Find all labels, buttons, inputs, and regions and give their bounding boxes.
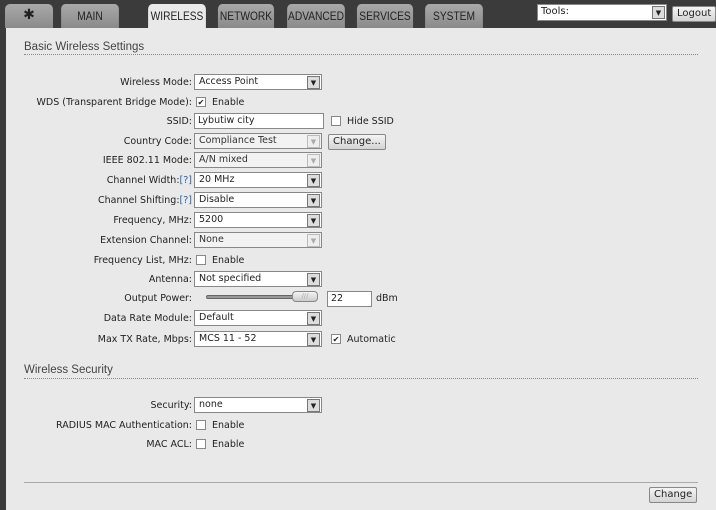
extension-channel-label: Extension Channel: bbox=[100, 235, 192, 246]
output-power-slider-handle[interactable]: /// bbox=[292, 291, 318, 302]
ieee-label: IEEE 802.11 Mode: bbox=[102, 155, 192, 166]
mac-acl-checkbox[interactable] bbox=[196, 439, 206, 449]
chevron-down-icon: ▼ bbox=[652, 6, 665, 19]
wireless-mode-select[interactable]: Access Point ▼ bbox=[194, 74, 322, 90]
frequency-list-enable-label: Enable bbox=[212, 255, 245, 266]
value: Access Point bbox=[199, 76, 259, 87]
chevron-down-icon: ▼ bbox=[307, 273, 320, 286]
tab-services[interactable]: SERVICES bbox=[356, 4, 414, 28]
country-label: Country Code: bbox=[123, 136, 192, 147]
help-link[interactable]: [?] bbox=[180, 175, 192, 186]
wds-label: WDS (Transparent Bridge Mode): bbox=[36, 97, 192, 108]
value: Compliance Test bbox=[199, 135, 277, 146]
antenna-label: Antenna: bbox=[148, 274, 192, 285]
wds-checkbox[interactable]: ✔ bbox=[196, 97, 206, 107]
channel-width-label: Channel Width:[?] bbox=[107, 175, 192, 186]
tab-wireless[interactable]: WIRELESS bbox=[148, 4, 206, 28]
value: None bbox=[199, 234, 224, 245]
radius-checkbox[interactable] bbox=[196, 420, 206, 430]
value: A/N mixed bbox=[199, 154, 248, 165]
help-link[interactable]: [?] bbox=[180, 195, 192, 206]
tools-select[interactable]: Tools: ▼ bbox=[537, 4, 667, 21]
frequency-list-checkbox[interactable] bbox=[196, 255, 206, 265]
radius-label: RADIUS MAC Authentication: bbox=[56, 420, 192, 431]
logout-button[interactable]: Logout bbox=[672, 6, 716, 22]
tools-label: Tools: bbox=[541, 6, 570, 17]
frequency-select[interactable]: 5200 ▼ bbox=[194, 212, 322, 228]
hide-ssid-checkbox[interactable] bbox=[331, 116, 341, 126]
chevron-down-icon: ▼ bbox=[307, 312, 320, 325]
chevron-down-icon: ▼ bbox=[307, 194, 320, 207]
chevron-down-icon: ▼ bbox=[307, 399, 320, 412]
value: Not specified bbox=[199, 273, 262, 284]
wds-enable-label: Enable bbox=[212, 97, 245, 108]
ssid-label: SSID: bbox=[166, 116, 192, 127]
chevron-down-icon: ▼ bbox=[307, 214, 320, 227]
radius-enable-label: Enable bbox=[212, 420, 245, 431]
wireless-mode-label: Wireless Mode: bbox=[120, 77, 192, 88]
data-rate-label: Data Rate Module: bbox=[103, 313, 192, 324]
chevron-down-icon: ▼ bbox=[307, 333, 320, 346]
section-heading-basic: Basic Wireless Settings bbox=[24, 41, 145, 53]
max-tx-label: Max TX Rate, Mbps: bbox=[97, 334, 192, 345]
tab-network[interactable]: NETWORK bbox=[217, 4, 275, 28]
output-power-input[interactable]: 22 bbox=[327, 291, 372, 307]
mac-acl-enable-label: Enable bbox=[212, 439, 245, 450]
chevron-down-icon: ▼ bbox=[307, 154, 320, 167]
hide-ssid-label: Hide SSID bbox=[347, 116, 394, 127]
ubiquiti-logo[interactable]: ✱ bbox=[5, 4, 53, 28]
chevron-down-icon: ▼ bbox=[307, 174, 320, 187]
chevron-down-icon: ▼ bbox=[307, 234, 320, 247]
tab-main[interactable]: MAIN bbox=[61, 4, 119, 28]
channel-shifting-select[interactable]: Disable ▼ bbox=[194, 192, 322, 208]
channel-width-select[interactable]: 20 MHz ▼ bbox=[194, 172, 322, 188]
country-select: Compliance Test ▼ bbox=[194, 133, 322, 149]
country-change-button[interactable]: Change... bbox=[328, 134, 386, 150]
data-rate-select[interactable]: Default ▼ bbox=[194, 310, 322, 326]
chevron-down-icon: ▼ bbox=[307, 135, 320, 148]
value: 5200 bbox=[199, 214, 224, 225]
section-heading-security: Wireless Security bbox=[24, 364, 113, 376]
automatic-checkbox[interactable]: ✔ bbox=[331, 334, 341, 344]
antenna-select[interactable]: Not specified ▼ bbox=[194, 271, 322, 287]
tab-advanced[interactable]: ADVANCED bbox=[287, 4, 345, 28]
frequency-list-label: Frequency List, MHz: bbox=[93, 255, 192, 266]
value: Default bbox=[199, 312, 234, 323]
extension-channel-select: None ▼ bbox=[194, 232, 322, 248]
divider bbox=[24, 482, 698, 483]
max-tx-select[interactable]: MCS 11 - 52 ▼ bbox=[194, 331, 322, 347]
mac-acl-label: MAC ACL: bbox=[146, 439, 192, 450]
ieee-mode-select: A/N mixed ▼ bbox=[194, 152, 322, 168]
value: none bbox=[199, 399, 223, 410]
value: MCS 11 - 52 bbox=[199, 333, 257, 344]
output-power-track bbox=[206, 295, 294, 299]
text: Channel Shifting: bbox=[98, 195, 180, 206]
change-button[interactable]: Change bbox=[649, 487, 698, 503]
value: Disable bbox=[199, 194, 235, 205]
tab-system[interactable]: SYSTEM bbox=[425, 4, 483, 28]
automatic-label: Automatic bbox=[347, 334, 396, 345]
divider bbox=[24, 54, 698, 55]
security-select[interactable]: none ▼ bbox=[194, 397, 322, 413]
channel-shifting-label: Channel Shifting:[?] bbox=[98, 195, 192, 206]
output-power-label: Output Power: bbox=[124, 293, 192, 304]
security-label: Security: bbox=[150, 400, 192, 411]
divider bbox=[24, 378, 698, 379]
chevron-down-icon: ▼ bbox=[307, 76, 320, 89]
ssid-input[interactable]: Lybutiw city bbox=[194, 113, 324, 129]
frequency-label: Frequency, MHz: bbox=[113, 215, 192, 226]
text: Channel Width: bbox=[106, 175, 180, 186]
dbm-unit: dBm bbox=[376, 293, 398, 304]
value: 20 MHz bbox=[199, 174, 235, 185]
